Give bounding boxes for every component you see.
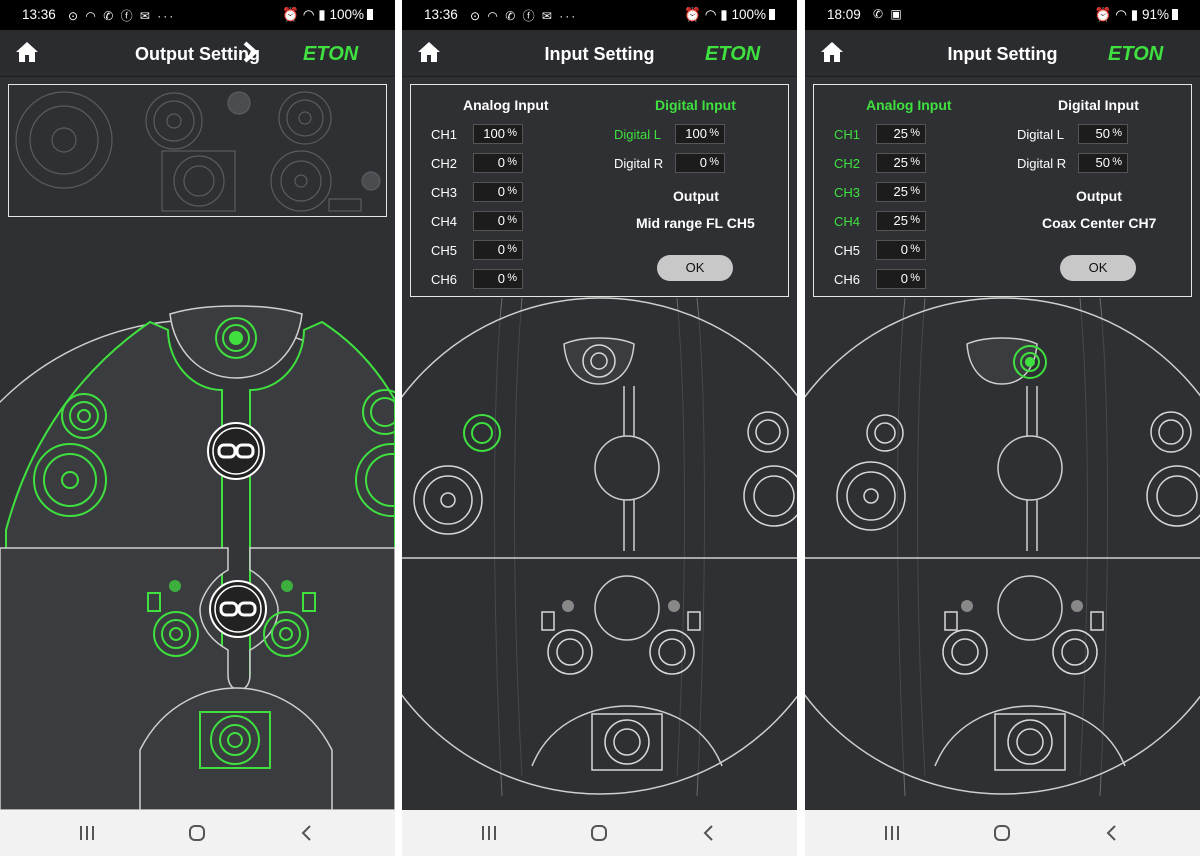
analog-input-header[interactable]: Analog Input — [866, 97, 952, 113]
channel-input[interactable]: 0% — [473, 240, 523, 260]
status-right: ⏰ ◠ ▮ 91% — [1095, 7, 1178, 23]
digital-l-input[interactable]: 50% — [1078, 124, 1128, 144]
status-right: ⏰ ◠ ▮ 100% — [282, 7, 373, 23]
app-bar: Input Setting ETON — [805, 30, 1200, 77]
output-value: Mid range FL CH5 — [636, 215, 755, 231]
digital-r-input[interactable]: 0% — [675, 153, 725, 173]
status-time: 13:36 — [424, 7, 458, 22]
speaker-thumbnail-panel[interactable] — [8, 84, 387, 217]
digital-l-input[interactable]: 100% — [675, 124, 725, 144]
digital-l-label: Digital L — [614, 127, 661, 142]
channel-input[interactable]: 0% — [473, 153, 523, 173]
status-right-text: ⏰ ◠ ▮ 100% — [684, 7, 766, 22]
channel-label: CH6 — [431, 272, 458, 287]
recents-icon[interactable] — [882, 824, 902, 842]
status-time: 13:36 — [22, 7, 56, 22]
channel-input[interactable]: 25% — [876, 182, 926, 202]
channel-label: CH2 — [834, 156, 861, 171]
channel-label: CH1 — [834, 127, 861, 142]
speaker-thumbnails — [15, 91, 381, 212]
status-right-text: ⏰ ◠ ▮ 91% — [1094, 7, 1169, 22]
channel-label: CH3 — [834, 185, 861, 200]
back-icon[interactable] — [298, 824, 318, 842]
chevron-right-icon[interactable] — [240, 40, 260, 64]
home-circle-icon[interactable] — [992, 824, 1012, 842]
channel-input[interactable]: 0% — [876, 269, 926, 289]
input-setting-dialog: Analog Input Digital Input CH1 25% CH2 2… — [813, 84, 1192, 297]
ok-button[interactable]: OK — [657, 255, 733, 281]
logo-text: ETON — [303, 43, 359, 64]
status-time: 18:09 — [827, 7, 861, 22]
recents-icon[interactable] — [479, 824, 499, 842]
status-right: ⏰ ◠ ▮ 100% — [684, 7, 775, 23]
logo-text: ETON — [705, 43, 761, 64]
digital-r-label: Digital R — [1017, 156, 1067, 171]
channel-input[interactable]: 0% — [473, 211, 523, 231]
phone-input-setting-2: 18:09 ✆ ▣ ⏰ ◠ ▮ 91% Input Setting ETON A… — [805, 0, 1200, 856]
android-nav-bar — [0, 810, 395, 856]
home-circle-icon[interactable] — [589, 824, 609, 842]
link-button-front[interactable] — [207, 422, 265, 480]
channel-input[interactable]: 0% — [473, 182, 523, 202]
channel-label: CH1 — [431, 127, 458, 142]
channel-label: CH6 — [834, 272, 861, 287]
channel-label: CH3 — [431, 185, 458, 200]
status-bar: 18:09 ✆ ▣ ⏰ ◠ ▮ 91% — [805, 0, 1200, 30]
channel-label: CH4 — [834, 214, 861, 229]
battery-icon — [1172, 9, 1178, 20]
channel-input[interactable]: 100% — [473, 124, 523, 144]
output-label: Output — [1076, 188, 1122, 204]
android-nav-bar — [402, 810, 797, 856]
channel-input[interactable]: 25% — [876, 124, 926, 144]
battery-icon — [367, 9, 373, 20]
status-right-text: ⏰ ◠ ▮ 100% — [282, 7, 364, 22]
battery-icon — [769, 9, 775, 20]
eton-logo: ETON — [303, 43, 359, 64]
output-value: Coax Center CH7 — [1042, 215, 1157, 231]
app-bar: Input Setting ETON — [402, 30, 797, 77]
channel-label: CH5 — [431, 243, 458, 258]
notification-icons: ⊙ ◠ ✆ ⓕ ✉ ··· — [470, 9, 578, 23]
link-button-rear[interactable] — [209, 580, 267, 638]
analog-input-header[interactable]: Analog Input — [463, 97, 549, 113]
notification-icons: ⊙ ◠ ✆ ⓕ ✉ ··· — [68, 9, 176, 23]
back-icon[interactable] — [1103, 824, 1123, 842]
channel-input[interactable]: 25% — [876, 211, 926, 231]
channel-label: CH2 — [431, 156, 458, 171]
channel-label: CH5 — [834, 243, 861, 258]
channel-input[interactable]: 0% — [473, 269, 523, 289]
channel-input[interactable]: 25% — [876, 153, 926, 173]
car-speaker-layout — [402, 297, 797, 797]
output-label: Output — [673, 188, 719, 204]
digital-r-input[interactable]: 50% — [1078, 153, 1128, 173]
back-icon[interactable] — [700, 824, 720, 842]
logo-text: ETON — [1108, 43, 1164, 64]
phone-input-setting-1: 13:36 ⊙ ◠ ✆ ⓕ ✉ ··· ⏰ ◠ ▮ 100% Input Set… — [402, 0, 797, 856]
digital-l-label: Digital L — [1017, 127, 1064, 142]
car-speaker-layout — [805, 297, 1200, 797]
status-bar: 13:36 ⊙ ◠ ✆ ⓕ ✉ ··· ⏰ ◠ ▮ 100% — [0, 0, 395, 30]
status-bar: 13:36 ⊙ ◠ ✆ ⓕ ✉ ··· ⏰ ◠ ▮ 100% — [402, 0, 797, 30]
channel-label: CH4 — [431, 214, 458, 229]
eton-logo: ETON — [1108, 43, 1164, 64]
car-speaker-layout — [0, 305, 395, 810]
channel-input[interactable]: 0% — [876, 240, 926, 260]
home-circle-icon[interactable] — [187, 824, 207, 842]
digital-r-label: Digital R — [614, 156, 664, 171]
digital-input-header[interactable]: Digital Input — [655, 97, 736, 113]
app-bar: Output Setting ETON — [0, 30, 395, 77]
digital-input-header[interactable]: Digital Input — [1058, 97, 1139, 113]
ok-button[interactable]: OK — [1060, 255, 1136, 281]
android-nav-bar — [805, 810, 1200, 856]
phone-output-setting: 13:36 ⊙ ◠ ✆ ⓕ ✉ ··· ⏰ ◠ ▮ 100% Output Se… — [0, 0, 395, 856]
input-setting-dialog: Analog Input Digital Input CH1 100% CH2 … — [410, 84, 789, 297]
eton-logo: ETON — [705, 43, 761, 64]
recents-icon[interactable] — [77, 824, 97, 842]
notification-icons: ✆ ▣ — [873, 7, 904, 21]
